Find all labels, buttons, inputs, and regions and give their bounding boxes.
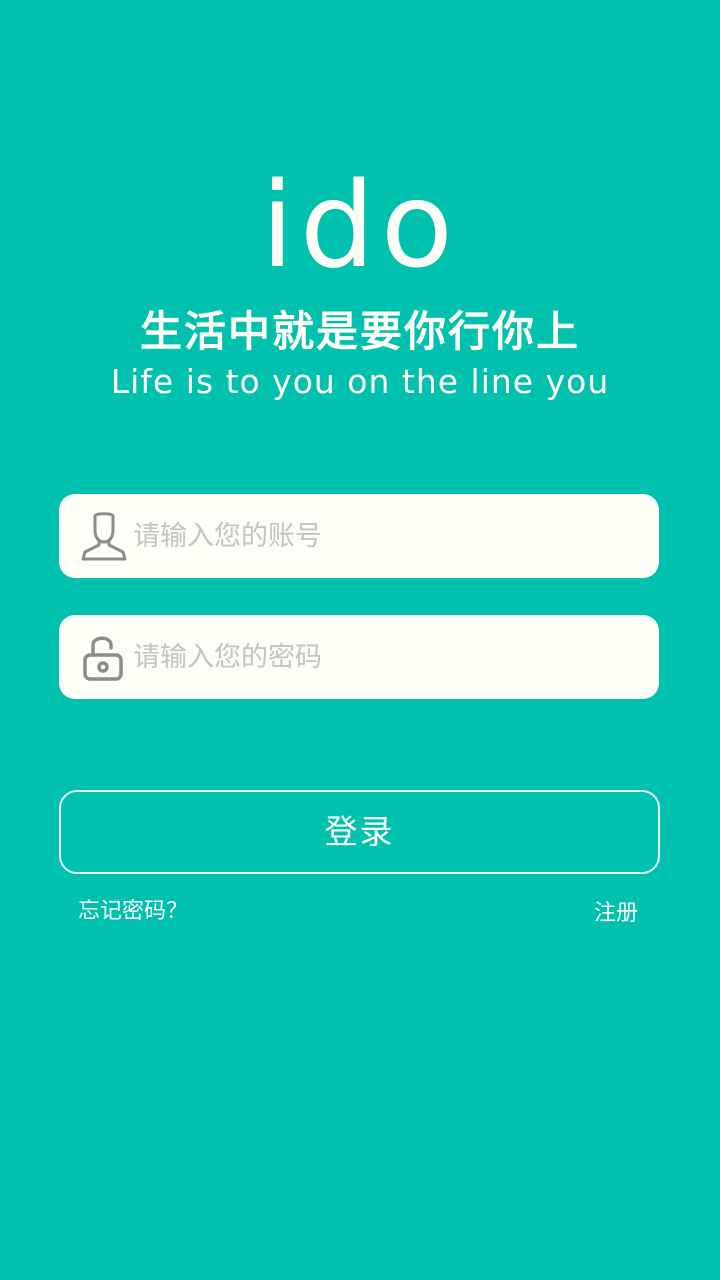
account-input[interactable] <box>133 494 633 578</box>
user-icon <box>79 510 129 562</box>
app-logo: ido <box>261 156 459 294</box>
forgot-password-link[interactable]: 忘记密码？ <box>78 896 188 928</box>
register-link[interactable]: 注册 <box>594 898 638 930</box>
password-field[interactable] <box>59 615 659 699</box>
slogan-chinese: 生活中就是要你行你上 <box>139 307 580 356</box>
unlock-icon <box>79 631 129 683</box>
password-input[interactable] <box>133 615 633 699</box>
login-button[interactable]: 登录 <box>59 790 660 874</box>
account-field[interactable] <box>59 494 659 578</box>
slogan-english: Life is to you on the line you <box>110 362 610 401</box>
